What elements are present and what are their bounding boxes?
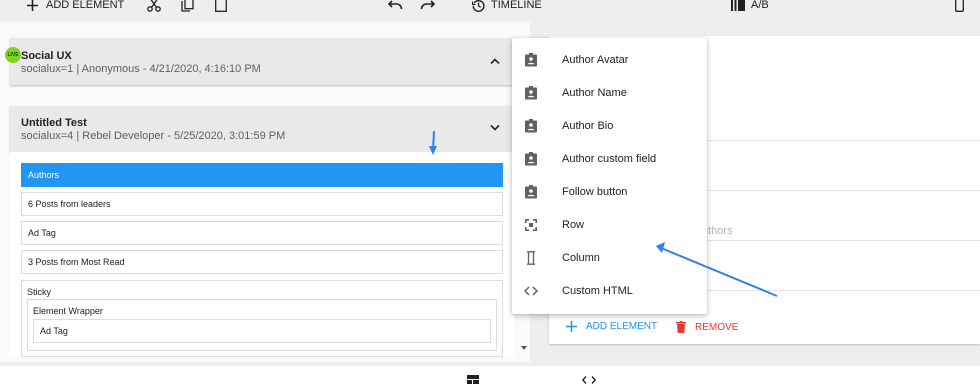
element-row-authors[interactable]: Authors [21, 163, 503, 187]
bottom-bar [0, 366, 980, 384]
badge-icon [525, 151, 537, 165]
history-icon [472, 0, 485, 12]
mobile-preview-button[interactable] [955, 0, 964, 14]
element-wrapper-label: Element Wrapper [33, 306, 103, 316]
element-row-ad-tag[interactable]: Ad Tag [21, 221, 503, 245]
menu-item-label: Author Name [562, 86, 627, 99]
element-wrapper[interactable]: Element Wrapper Ad Tag [27, 299, 497, 351]
menu-item-label: Follow button [562, 185, 628, 198]
ab-test-button[interactable]: A/B [731, 0, 769, 14]
menu-item-label: Column [562, 251, 600, 264]
panel-add-element-label: ADD ELEMENT [586, 321, 658, 332]
test-card-untitled[interactable]: Untitled Test socialux=4 | Rebel Develop… [10, 106, 515, 153]
column-icon [527, 250, 535, 265]
add-element-label: ADD ELEMENT [46, 0, 125, 11]
add-element-menu: Author Avatar Author Name Author Bio Aut… [512, 38, 707, 314]
badge-icon [525, 85, 537, 99]
remove-label: REMOVE [695, 321, 739, 333]
chevron-up-icon[interactable] [490, 58, 500, 64]
plus-icon [566, 321, 577, 332]
menu-item-author-name[interactable]: Author Name [512, 76, 707, 109]
menu-item-author-bio[interactable]: Author Bio [512, 109, 707, 142]
element-tree: Authors 6 Posts from leaders Ad Tag 3 Po… [10, 152, 515, 357]
plus-icon [27, 0, 38, 11]
chevron-down-icon[interactable] [490, 125, 500, 131]
layout-icon[interactable] [467, 375, 479, 384]
menu-item-custom-html[interactable]: Custom HTML [512, 274, 707, 307]
element-row-posts-most-read[interactable]: 3 Posts from Most Read [21, 250, 503, 274]
sticky-label: Sticky [27, 287, 52, 297]
top-toolbar: ADD ELEMENT TIMELINE A/B [0, 0, 980, 22]
redo-icon [420, 0, 435, 10]
scroll-down-arrow[interactable] [521, 346, 527, 350]
paste-button[interactable] [215, 0, 227, 14]
code-icon[interactable] [582, 376, 596, 384]
badge-icon [525, 184, 537, 198]
menu-item-follow-button[interactable]: Follow button [512, 175, 707, 208]
test-title: Social UX [21, 50, 72, 62]
remove-button[interactable]: REMOVE [676, 321, 738, 333]
phone-icon [955, 0, 964, 12]
timeline-label: TIMELINE [491, 0, 542, 11]
panel-add-element-button[interactable]: ADD ELEMENT [566, 321, 657, 332]
code-icon [524, 285, 538, 296]
badge-icon [525, 118, 537, 132]
test-title: Untitled Test [21, 117, 87, 129]
add-element-button[interactable]: ADD ELEMENT [27, 0, 124, 14]
test-card-social-ux[interactable]: Social UX socialux=1 | Anonymous - 4/21/… [10, 38, 515, 85]
element-row-inner-ad-tag[interactable]: Ad Tag [33, 319, 491, 343]
menu-item-label: Author custom field [562, 152, 657, 165]
redo-button[interactable] [420, 0, 435, 14]
menu-item-label: Custom HTML [562, 284, 633, 297]
cut-button[interactable] [147, 0, 161, 14]
test-subtitle: socialux=1 | Anonymous - 4/21/2020, 4:16… [21, 63, 261, 75]
timeline-button[interactable]: TIMELINE [472, 0, 542, 14]
ab-label: A/B [751, 0, 769, 11]
row-icon [525, 218, 537, 231]
undo-button[interactable] [388, 0, 403, 14]
live-badge: LIVE [5, 47, 21, 63]
menu-item-label: Author Bio [562, 119, 614, 132]
clipboard-icon [215, 0, 227, 12]
element-row-posts-leaders[interactable]: 6 Posts from leaders [21, 192, 503, 216]
copy-icon [181, 0, 194, 12]
menu-item-author-avatar[interactable]: Author Avatar [512, 43, 707, 76]
scissors-icon [147, 0, 161, 12]
menu-item-label: Author Avatar [562, 53, 629, 66]
element-row-sticky[interactable]: Sticky Element Wrapper Ad Tag [21, 280, 503, 357]
trash-icon [676, 321, 686, 333]
ab-icon [731, 0, 745, 11]
badge-icon [525, 52, 537, 66]
undo-icon [388, 0, 403, 10]
editor-screen: ADD ELEMENT TIMELINE A/B Social UX socia… [0, 0, 980, 384]
menu-item-column[interactable]: Column [512, 241, 707, 274]
menu-item-label: Row [562, 218, 585, 231]
menu-item-row[interactable]: Row [512, 208, 707, 241]
copy-button[interactable] [181, 0, 194, 14]
menu-item-author-custom-field[interactable]: Author custom field [512, 142, 707, 175]
test-subtitle: socialux=4 | Rebel Developer - 5/25/2020… [21, 130, 286, 142]
